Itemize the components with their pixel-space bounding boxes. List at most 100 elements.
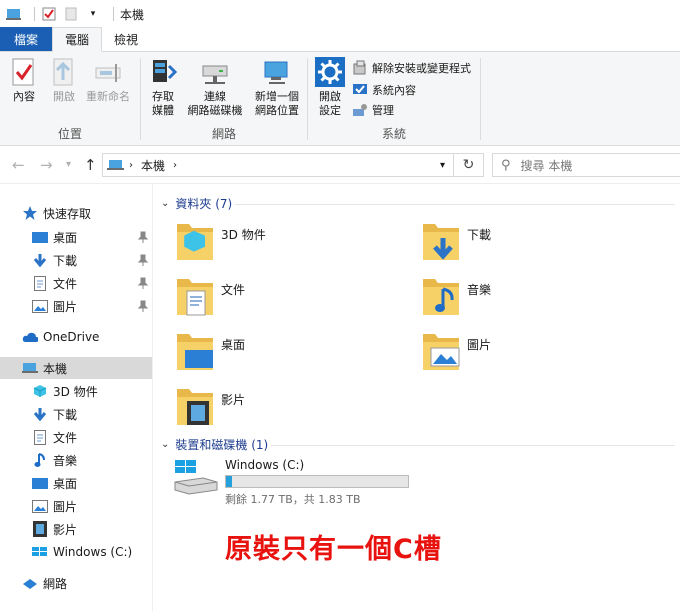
sidebar-item-desktop[interactable]: 桌面: [0, 226, 152, 248]
sidebar-item-documents[interactable]: 文件: [0, 272, 152, 294]
tab-file[interactable]: 檔案: [0, 27, 52, 51]
sidebar-item-onedrive[interactable]: OneDrive: [0, 326, 152, 348]
folder-pictures[interactable]: 圖片: [421, 330, 661, 378]
customize-dropdown-icon[interactable]: ▾: [85, 6, 101, 22]
chevron-down-icon: ⌄: [161, 439, 170, 450]
system-group: 開啟 設定 解除安裝或變更程式 系統內容 管理 系統: [308, 52, 480, 146]
address-dropdown-icon[interactable]: ▾: [440, 160, 445, 171]
refresh-icon: ↻: [462, 157, 475, 173]
new-folder-icon[interactable]: [63, 6, 79, 22]
add-network-location-button[interactable]: 新增一個 網路位置: [249, 56, 305, 118]
desktop-icon: [32, 229, 48, 245]
sidebar-item-network[interactable]: 網路: [0, 572, 152, 594]
address-bar[interactable]: › 本機 › ▾: [102, 153, 454, 177]
rename-button[interactable]: 重新命名: [82, 56, 134, 104]
search-icon: ⚲: [501, 157, 511, 173]
sidebar-item-this-pc[interactable]: 本機: [0, 357, 152, 379]
window-title: 本機: [120, 7, 145, 22]
network-location-icon: [264, 61, 288, 84]
sidebar-item-windows-c[interactable]: Windows (C:): [0, 541, 152, 563]
ribbon: 內容 開啟 重新命名 位置 存取 媒體 連線 網路磁碟機 新增一個 網路位置 網…: [0, 52, 680, 146]
this-pc-icon[interactable]: [6, 6, 22, 22]
pin-icon[interactable]: [138, 254, 148, 266]
chevron-down-icon: ⌄: [161, 198, 170, 209]
sidebar-item-music[interactable]: 音樂: [0, 449, 152, 471]
folder-3d-objects[interactable]: 3D 物件: [175, 220, 415, 268]
folder-downloads[interactable]: 下載: [421, 220, 661, 268]
uninstall-program-button[interactable]: 解除安裝或變更程式: [352, 58, 471, 78]
settings-gear-icon: [315, 57, 345, 87]
properties-button[interactable]: 內容: [8, 56, 40, 104]
navigation-bar: ← → ▾ ↑ › 本機 › ▾ ↻ ⚲ 搜尋 本機: [0, 146, 680, 184]
sidebar-item-desktop-pc[interactable]: 桌面: [0, 472, 152, 494]
desktop-icon: [32, 475, 48, 491]
folder-documents-icon: [177, 279, 213, 316]
drive-name: Windows (C:): [225, 458, 305, 472]
network-drive-icon: [202, 65, 228, 84]
sidebar-item-pictures[interactable]: 圖片: [0, 295, 152, 317]
folder-desktop-icon: [177, 334, 213, 370]
sidebar-item-downloads-pc[interactable]: 下載: [0, 403, 152, 425]
location-group: 內容 開啟 重新命名 位置: [0, 52, 140, 146]
folder-documents[interactable]: 文件: [175, 275, 415, 323]
this-pc-icon: [22, 360, 38, 376]
tab-computer[interactable]: 電腦: [52, 27, 103, 52]
sidebar-item-3d-objects[interactable]: 3D 物件: [0, 380, 152, 402]
drive-icon: [32, 544, 48, 560]
star-icon: [22, 205, 38, 221]
back-arrow-icon[interactable]: ←: [12, 156, 25, 174]
system-properties-button[interactable]: 系統內容: [352, 80, 416, 100]
folder-pictures-icon: [423, 334, 460, 370]
download-arrow-icon: [32, 406, 48, 422]
folders-section-header[interactable]: ⌄ 資料夾 (7): [161, 195, 232, 212]
ribbon-tabs: 檔案 電腦 檢視: [0, 27, 680, 52]
up-arrow-icon[interactable]: ↑: [84, 156, 97, 174]
folder-videos[interactable]: 影片: [175, 385, 415, 433]
pin-icon[interactable]: [138, 300, 148, 312]
open-settings-button[interactable]: 開啟 設定: [312, 56, 348, 118]
sidebar-item-videos[interactable]: 影片: [0, 518, 152, 540]
breadcrumb[interactable]: 本機: [141, 157, 165, 174]
tab-view[interactable]: 檢視: [102, 27, 150, 51]
sidebar-item-documents-pc[interactable]: 文件: [0, 426, 152, 448]
navigation-pane: 快速存取 桌面 下載 文件 圖片 OneDrive 本機 3D 物件 下載 文件: [0, 200, 152, 611]
media-icon: [153, 60, 178, 82]
network-group: 存取 媒體 連線 網路磁碟機 新增一個 網路位置 網路: [141, 52, 307, 146]
recent-locations-icon[interactable]: ▾: [66, 159, 71, 170]
properties-icon: [12, 58, 34, 86]
picture-icon: [32, 498, 48, 514]
drive-free-space: 剩餘 1.77 TB，共 1.83 TB: [225, 493, 361, 506]
breadcrumb-chevron-icon[interactable]: ›: [173, 160, 177, 171]
sidebar-item-pictures-pc[interactable]: 圖片: [0, 495, 152, 517]
forward-arrow-icon[interactable]: →: [40, 156, 53, 174]
search-input[interactable]: ⚲ 搜尋 本機: [492, 153, 680, 177]
sidebar-item-downloads[interactable]: 下載: [0, 249, 152, 271]
properties-icon[interactable]: [41, 6, 57, 22]
manage-icon: [353, 104, 367, 116]
folder-music[interactable]: 音樂: [421, 275, 661, 323]
music-note-icon: [32, 452, 48, 468]
pin-icon[interactable]: [138, 231, 148, 243]
drive-usage-fill: [226, 476, 232, 487]
manage-button[interactable]: 管理: [352, 100, 394, 120]
system-properties-icon: [353, 84, 367, 94]
drive-usage-bar: [225, 475, 409, 488]
location-group-label: 位置: [57, 127, 82, 141]
refresh-button[interactable]: ↻: [454, 153, 484, 177]
document-icon: [32, 275, 48, 291]
folder-desktop[interactable]: 桌面: [175, 330, 415, 378]
breadcrumb-chevron-icon: ›: [129, 159, 133, 171]
network-icon: [22, 575, 38, 591]
access-media-button[interactable]: 存取 媒體: [145, 56, 181, 118]
devices-section-header[interactable]: ⌄ 裝置和磁碟機 (1): [161, 436, 268, 453]
sidebar-item-quick-access[interactable]: 快速存取: [0, 202, 152, 224]
rename-icon: [95, 64, 121, 82]
picture-icon: [32, 298, 48, 314]
system-group-label: 系統: [381, 127, 406, 141]
open-icon: [53, 58, 73, 86]
pin-icon[interactable]: [138, 277, 148, 289]
map-network-drive-button[interactable]: 連線 網路磁碟機: [185, 56, 245, 118]
open-button[interactable]: 開啟: [48, 56, 80, 104]
title-bar: ▾ 本機: [0, 0, 680, 28]
drive-windows-c[interactable]: Windows (C:) 剩餘 1.77 TB，共 1.83 TB: [173, 456, 409, 507]
